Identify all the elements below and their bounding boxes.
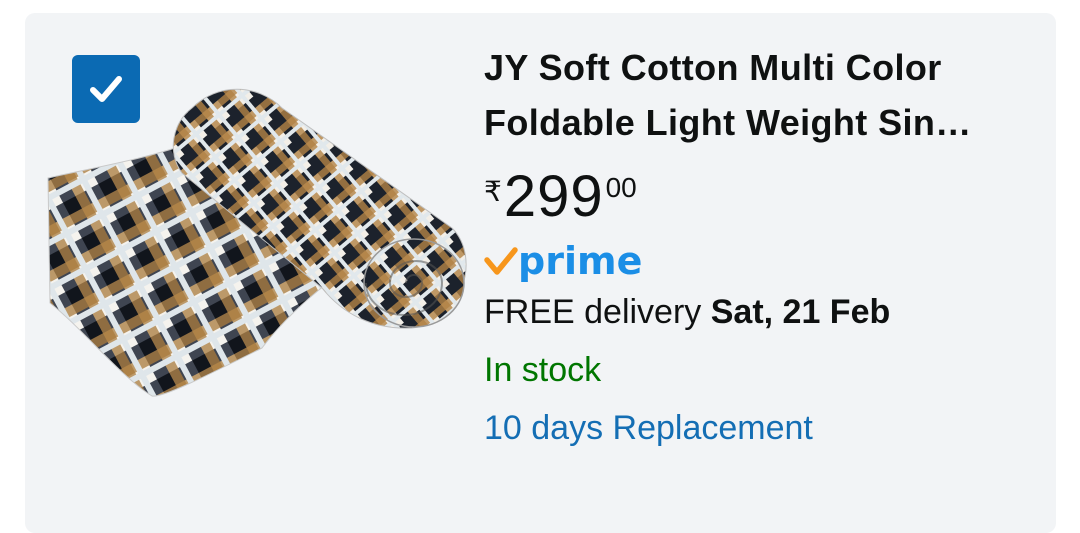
product-details: JY Soft Cotton Multi Color Foldable Ligh…	[484, 40, 1044, 450]
product-title[interactable]: JY Soft Cotton Multi Color Foldable Ligh…	[484, 40, 1044, 150]
delivery-date: Sat, 21 Feb	[710, 293, 891, 331]
product-image[interactable]	[42, 78, 472, 408]
prime-check-icon	[484, 247, 518, 275]
stock-status: In stock	[484, 351, 602, 389]
delivery-info: FREE delivery Sat, 21 Feb	[484, 290, 1044, 334]
prime-badge: prime	[484, 238, 1044, 284]
price: ₹ 299 00	[484, 168, 1044, 230]
prime-label: prime	[518, 239, 643, 283]
product-title-line2[interactable]: Foldable Light Weight Sin…	[484, 95, 1044, 150]
price-whole: 299	[503, 164, 604, 229]
delivery-prefix: FREE delivery	[484, 293, 711, 331]
price-currency: ₹	[484, 176, 502, 207]
product-title-line1[interactable]: JY Soft Cotton Multi Color	[484, 40, 1044, 95]
price-fraction: 00	[605, 172, 637, 203]
return-policy-link[interactable]: 10 days Replacement	[484, 406, 1044, 450]
